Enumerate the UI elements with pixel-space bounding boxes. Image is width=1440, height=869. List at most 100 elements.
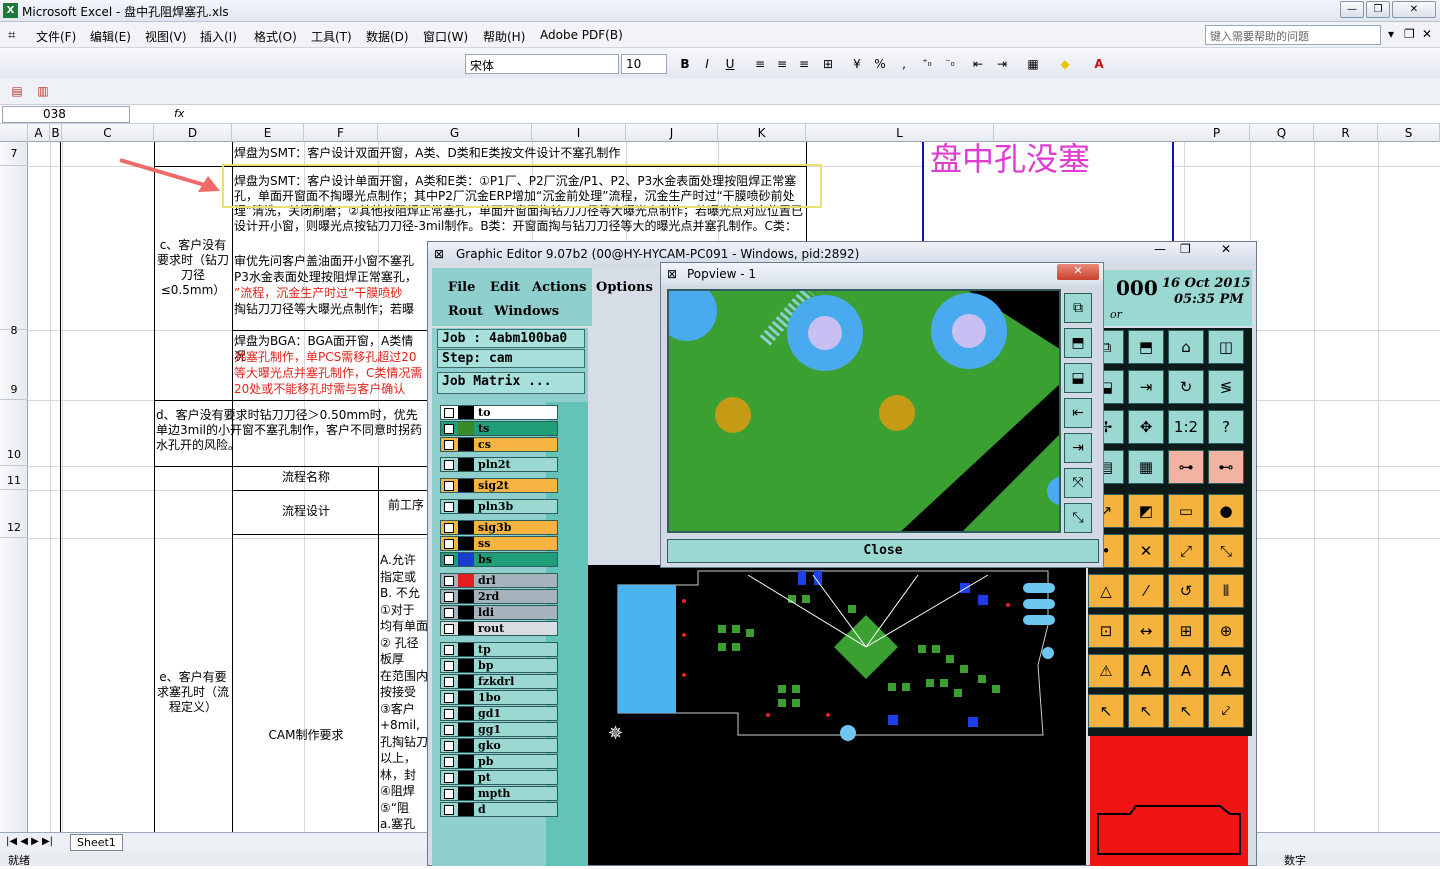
cell-c-label[interactable]: c、客户没有要求时（钻刀刀径≤0.5mm） <box>156 238 230 298</box>
cell-r9b[interactable]: 并塞孔制作，单PCS需移孔超过20 <box>234 350 424 365</box>
layer-checkbox[interactable] <box>444 677 454 687</box>
cell-r8b[interactable]: 审优先问客户盖油面开小窗不塞孔 <box>234 254 424 269</box>
font-select[interactable]: 宋体 <box>465 54 619 74</box>
layer-row[interactable]: ss <box>440 536 558 551</box>
ge-menu-rout[interactable]: Rout <box>448 304 483 319</box>
ge-menu-windows[interactable]: Windows <box>494 304 559 319</box>
popview-close-icon[interactable]: ✕ <box>1057 264 1099 280</box>
restore-icon[interactable]: ❐ <box>1404 27 1415 41</box>
tool-button-icon[interactable]: ● <box>1208 494 1244 528</box>
tool-button-icon[interactable]: ▭ <box>1168 494 1204 528</box>
font-color-icon[interactable]: A <box>1090 55 1108 73</box>
tool-button-icon[interactable]: A <box>1208 654 1244 688</box>
cell-r9c[interactable]: 等大曝光点并塞孔制作，C类情况需 <box>234 366 424 381</box>
layer-checkbox[interactable] <box>444 481 454 491</box>
row-header[interactable]: 10 <box>0 400 28 466</box>
layer-row[interactable]: 2rd <box>440 589 558 604</box>
layer-row[interactable]: sig2t <box>440 478 558 493</box>
popview-tool-icon[interactable]: ⤧ <box>1064 468 1092 498</box>
tool-button-icon[interactable]: ↖ <box>1168 694 1204 728</box>
popview-window[interactable]: Popview - 1 ⊠ ✕ ⧉ ⬒ ⬓ ⇤ ⇥ ⤧ ⤡ Close <box>660 262 1104 568</box>
decrease-indent-icon[interactable]: ⇤ <box>969 55 987 73</box>
popview-tool-icon[interactable]: ⬒ <box>1064 328 1092 358</box>
tool-button-icon[interactable]: ⬒ <box>1128 330 1164 364</box>
tool-button-icon[interactable]: ✕ <box>1128 534 1164 568</box>
minimize-button[interactable]: — <box>1340 1 1364 18</box>
col-header[interactable]: B <box>50 124 62 142</box>
fill-color-icon[interactable]: ◆ <box>1056 55 1074 73</box>
layer-checkbox[interactable] <box>444 709 454 719</box>
underline-button[interactable]: U <box>721 55 739 73</box>
ge-maximize-button[interactable]: ❐ <box>1180 242 1204 260</box>
ge-minimize-button[interactable]: — <box>1154 242 1178 260</box>
tool-button-icon[interactable]: △ <box>1088 574 1124 608</box>
layer-row[interactable]: pt <box>440 770 558 785</box>
col-header[interactable]: I <box>532 124 626 142</box>
cell-r11[interactable]: 流程名称 <box>234 470 378 485</box>
layer-checkbox[interactable] <box>444 408 454 418</box>
cell-r9d[interactable]: 20处或不能移孔时需与客户确认 <box>234 382 424 397</box>
layer-row[interactable]: pb <box>440 754 558 769</box>
close-button[interactable]: ✕ <box>1392 1 1436 18</box>
menu-insert[interactable]: 插入(I) <box>200 28 237 45</box>
popview-close-button[interactable]: Close <box>667 539 1099 563</box>
menu-edit[interactable]: 编辑(E) <box>90 28 131 45</box>
layer-checkbox[interactable] <box>444 624 454 634</box>
menu-data[interactable]: 数据(D) <box>366 28 409 45</box>
align-center-icon[interactable]: ≡ <box>773 55 791 73</box>
cell-cam[interactable]: CAM制作要求 <box>234 728 378 743</box>
ge-menu-edit[interactable]: Edit <box>490 280 520 295</box>
layer-row[interactable]: pln2t <box>440 457 558 472</box>
increase-decimal-icon[interactable]: ⁺₀ <box>918 55 936 73</box>
menu-tools[interactable]: 工具(T) <box>311 28 352 45</box>
layer-checkbox[interactable] <box>444 576 454 586</box>
col-header[interactable]: F <box>304 124 378 142</box>
percent-button[interactable]: % <box>871 55 889 73</box>
pcb-canvas[interactable]: ✵ <box>588 565 1086 865</box>
cell-r10[interactable]: d、客户没有要求时钻刀刀径＞0.50mm时，优先单边3mil的小开窗不塞孔制作，… <box>156 408 426 458</box>
layer-checkbox[interactable] <box>444 757 454 767</box>
tool-button-icon[interactable]: ⚠ <box>1088 654 1124 688</box>
close-icon[interactable]: ✕ <box>1422 27 1432 41</box>
col-header[interactable]: E <box>232 124 304 142</box>
merge-center-icon[interactable]: ⊞ <box>819 55 837 73</box>
row-header[interactable]: 12 <box>0 490 28 538</box>
tool-button-icon[interactable]: A <box>1168 654 1204 688</box>
layer-row[interactable]: d <box>440 802 558 817</box>
cell-r12[interactable]: 流程设计 <box>234 504 378 519</box>
step-label[interactable]: Step: cam <box>437 349 585 368</box>
layer-checkbox[interactable] <box>444 608 454 618</box>
layer-row[interactable]: ts <box>440 421 558 436</box>
layer-checkbox[interactable] <box>444 555 454 565</box>
layer-row[interactable]: 1bo <box>440 690 558 705</box>
tab-sheet1[interactable]: Sheet1 <box>70 834 123 851</box>
layer-row[interactable]: bp <box>440 658 558 673</box>
tool-button-icon[interactable]: ⌂ <box>1168 330 1204 364</box>
job-matrix-button[interactable]: Job Matrix ... <box>437 372 585 394</box>
tool-button-icon[interactable]: ⊡ <box>1088 614 1124 648</box>
tool-button-icon[interactable]: ⊶ <box>1168 450 1204 484</box>
font-size-select[interactable]: 10 <box>621 54 667 74</box>
layer-row[interactable]: rout <box>440 621 558 636</box>
col-header[interactable]: S <box>1378 124 1440 142</box>
col-header[interactable]: Q <box>1250 124 1314 142</box>
cell-e-label[interactable]: e、客户有要求塞孔时（流程定义） <box>156 670 230 715</box>
tool-button-icon[interactable]: ≶ <box>1208 370 1244 404</box>
increase-indent-icon[interactable]: ⇥ <box>993 55 1011 73</box>
row-header[interactable]: 7 <box>0 142 28 166</box>
layer-row[interactable]: drl <box>440 573 558 588</box>
ge-menu-actions[interactable]: Actions <box>532 280 586 295</box>
tool-button-icon[interactable]: ? <box>1208 410 1244 444</box>
tool-button-icon[interactable]: ⤦ <box>1208 694 1244 728</box>
row-header[interactable]: 11 <box>0 466 28 490</box>
layer-row[interactable]: gko <box>440 738 558 753</box>
col-header[interactable]: K <box>718 124 806 142</box>
menu-help[interactable]: 帮助(H) <box>483 28 525 45</box>
tool-button-icon[interactable]: ▦ <box>1128 450 1164 484</box>
tool-button-icon[interactable]: ◩ <box>1128 494 1164 528</box>
ge-menu-options[interactable]: Options <box>596 280 653 295</box>
layer-row[interactable]: mpth <box>440 786 558 801</box>
layer-row[interactable]: to <box>440 405 558 420</box>
tool-button-icon[interactable]: ⇥ <box>1128 370 1164 404</box>
tool-button-icon[interactable]: ⫴ <box>1208 574 1244 608</box>
